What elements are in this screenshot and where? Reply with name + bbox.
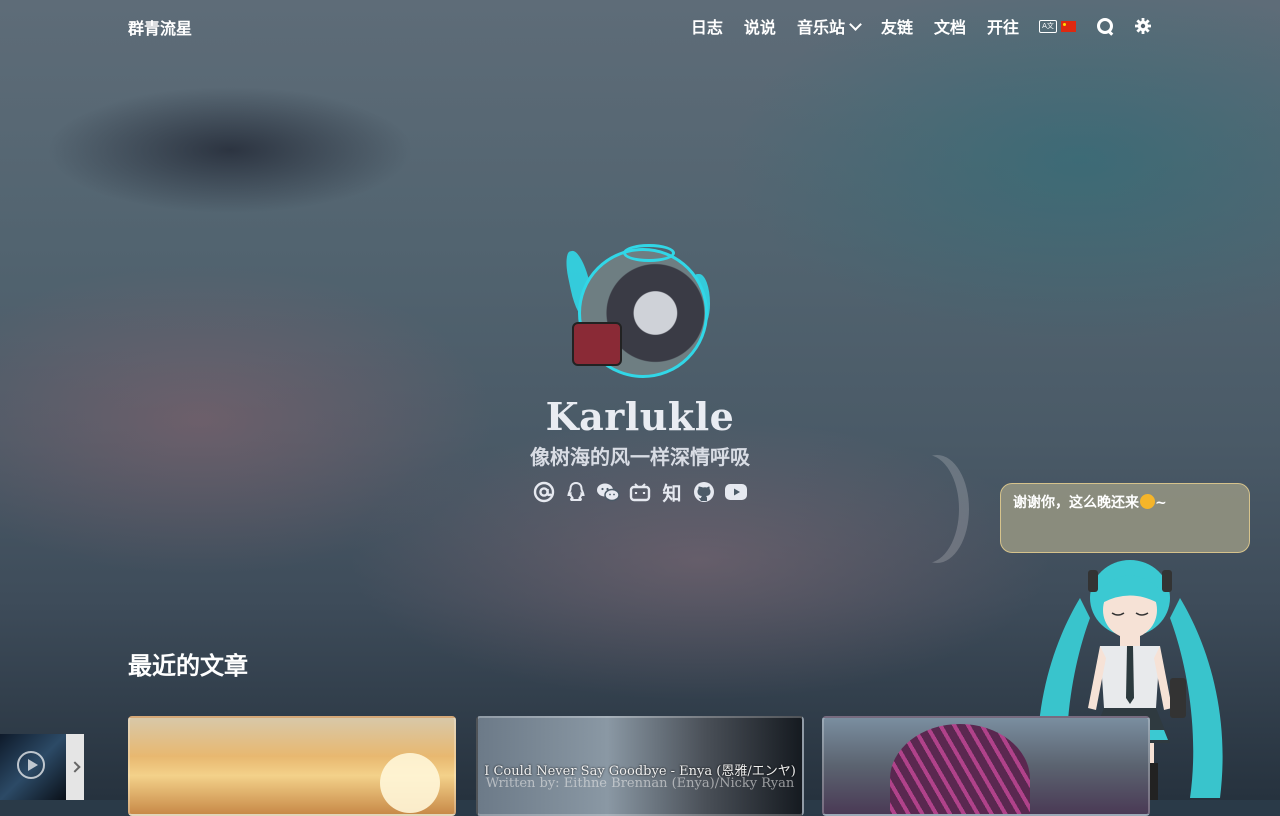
nav-item-label: 文档 (933, 18, 966, 37)
speech-suffix: ~ (1155, 495, 1167, 511)
author-name: Karlukle (545, 394, 735, 439)
nav-item-label: 说说 (743, 18, 776, 37)
post-cover-image (890, 724, 1030, 814)
speech-text: 谢谢你，这么晚还来 (1013, 495, 1139, 511)
player-expand-button[interactable] (66, 734, 84, 800)
wechat-icon[interactable] (596, 480, 620, 504)
music-player-mini (0, 734, 84, 800)
nav-item-travelling[interactable]: 开往 (987, 14, 1019, 38)
translate-icon: A文 (1039, 19, 1057, 33)
github-icon[interactable] (692, 480, 716, 504)
recent-posts-title: 最近的文章 (128, 651, 248, 680)
cn-flag-icon (1061, 20, 1076, 32)
nav-item-label: 友链 (880, 18, 913, 37)
email-at-icon[interactable] (532, 480, 556, 504)
nav-item-docs[interactable]: 文档 (934, 14, 966, 38)
halo-decoration (623, 244, 675, 262)
nav-item-label: 日志 (690, 18, 723, 37)
hugging-face-emoji-icon (1140, 494, 1155, 509)
language-switch[interactable]: A文 (1039, 19, 1076, 33)
top-navbar: 群青流星 日志 说说 音乐站 友链 文档 开往 A文 (0, 0, 1280, 52)
nav-item-label: 音乐站 (796, 18, 845, 37)
post-cover-subcaption: Written by: Eithne Brennan (Enya)/Nicky … (485, 776, 795, 791)
play-icon[interactable] (17, 751, 45, 779)
mascot-speech-bubble: 谢谢你，这么晚还来 ~ (1000, 483, 1250, 553)
post-card[interactable] (128, 716, 456, 816)
post-card[interactable]: I Could Never Say Goodbye - Enya (恩雅/エンヤ… (476, 716, 804, 816)
youtube-icon[interactable] (724, 480, 748, 504)
author-motto: 像树海的风一样深情呼吸 (530, 445, 750, 469)
qq-icon[interactable] (564, 480, 588, 504)
search-icon[interactable] (1096, 17, 1114, 35)
chevron-down-icon (849, 17, 862, 31)
avatar[interactable] (562, 240, 712, 384)
zhihu-icon[interactable]: 知 (660, 480, 684, 505)
nav-item-label: 开往 (986, 18, 1019, 37)
site-brand[interactable]: 群青流星 (128, 15, 192, 39)
camera-decoration (572, 322, 622, 366)
hero-section: Karlukle 像树海的风一样深情呼吸 知 (0, 240, 1280, 505)
nav-item-blog[interactable]: 日志 (691, 14, 723, 38)
post-card[interactable] (822, 716, 1150, 816)
bilibili-icon[interactable] (628, 480, 652, 504)
post-cover-image (380, 753, 440, 813)
nav-item-moments[interactable]: 说说 (744, 14, 776, 38)
gear-icon[interactable] (1134, 17, 1152, 35)
nav-item-friends[interactable]: 友链 (881, 14, 913, 38)
album-cover[interactable] (0, 734, 66, 800)
chevron-right-icon (69, 761, 81, 773)
nav-menu: 日志 说说 音乐站 友链 文档 开往 A文 (670, 14, 1152, 38)
nav-item-music[interactable]: 音乐站 (796, 14, 862, 38)
